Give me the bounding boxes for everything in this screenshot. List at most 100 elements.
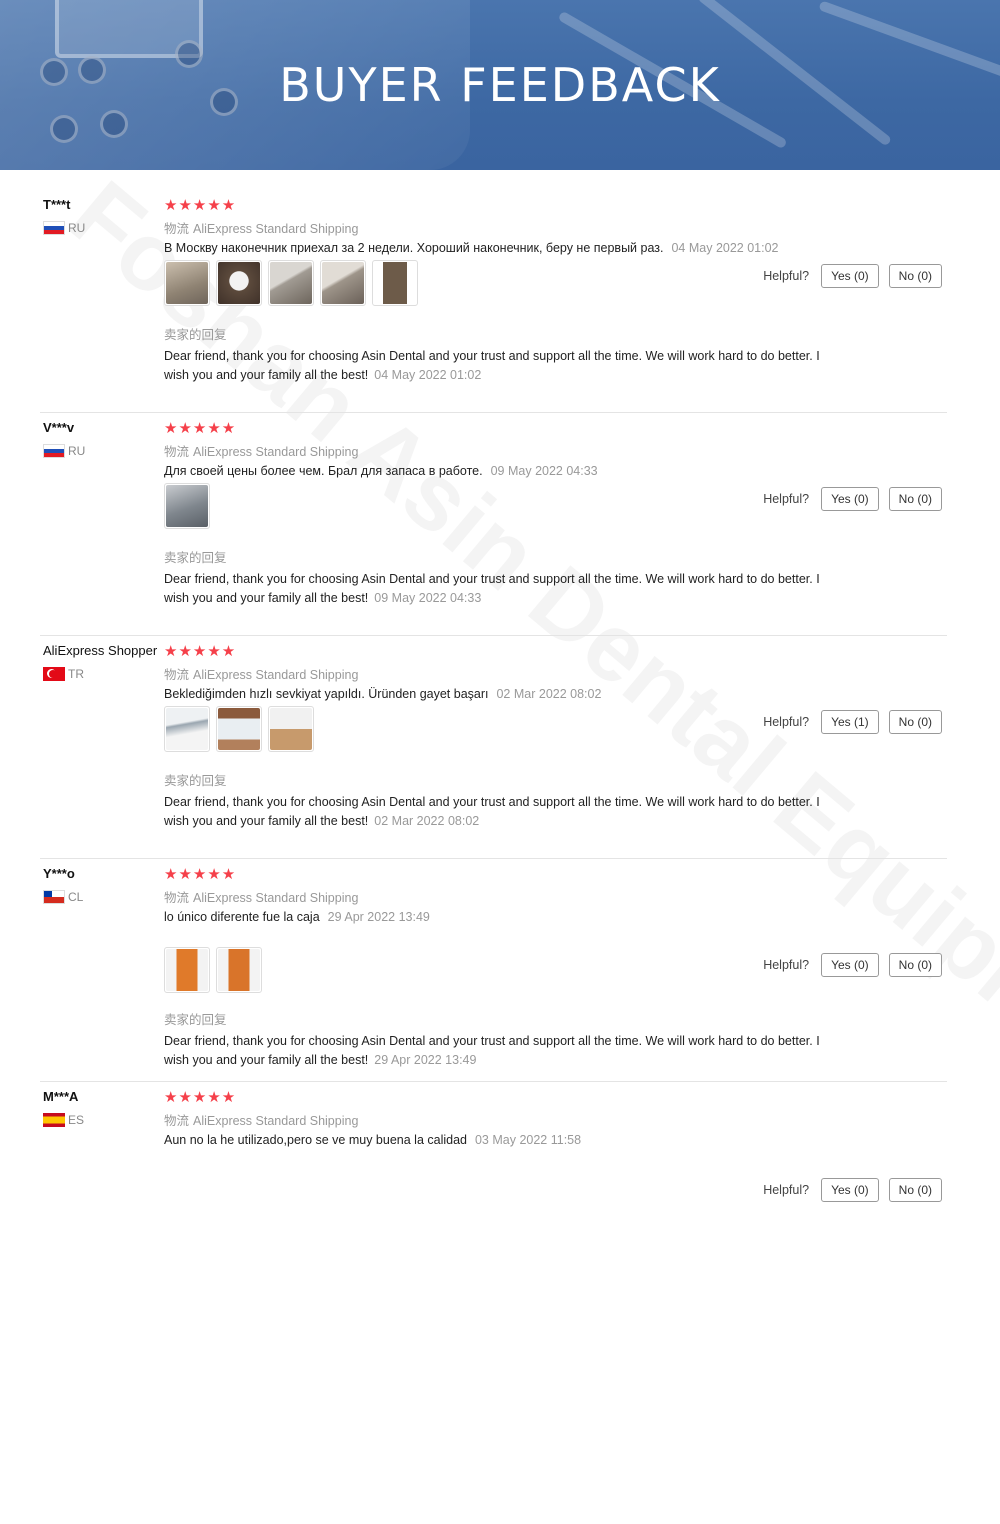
review-text: В Москву наконечник приехал за 2 недели.… <box>164 241 779 255</box>
seller-reply-date: 09 May 2022 04:33 <box>374 591 482 605</box>
shipping-method: 物流 AliExpress Standard Shipping <box>164 1110 358 1129</box>
helpful-vote: Helpful? Yes (1) No (0) <box>763 710 942 734</box>
helpful-vote: Helpful? Yes (0) No (0) <box>763 487 942 511</box>
logistics-label: 物流 <box>164 1114 190 1128</box>
review-photo-thumb[interactable] <box>164 260 210 306</box>
reviewer-name: M***A <box>43 1089 79 1104</box>
review-item: V***v RU ★★★★★ 物流 AliExpress Standard Shi… <box>40 413 947 636</box>
review-photo-thumb[interactable] <box>216 260 262 306</box>
review-text: lo único diferente fue la caja 29 Apr 202… <box>164 910 430 924</box>
review-photo-thumb[interactable] <box>216 947 262 993</box>
shipping-name: AliExpress Standard Shipping <box>193 891 359 905</box>
review-item: M***A ES ★★★★★ 物流 AliExpress Standard Shi… <box>40 1082 947 1219</box>
helpful-yes-button[interactable]: Yes (0) <box>821 953 879 977</box>
review-text: Aun no la he utilizado,pero se ve muy bu… <box>164 1133 581 1147</box>
review-photo-thumb[interactable] <box>164 706 210 752</box>
review-photos <box>164 947 262 993</box>
review-photo-thumb[interactable] <box>164 947 210 993</box>
review-photos <box>164 706 314 752</box>
review-item: T***t RU ★★★★★ 物流 AliExpress Standard Shi… <box>40 190 947 413</box>
chile-flag-icon <box>43 890 65 904</box>
helpful-label: Helpful? <box>763 492 810 506</box>
review-photo-thumb[interactable] <box>372 260 418 306</box>
helpful-no-button[interactable]: No (0) <box>888 710 942 734</box>
review-date: 03 May 2022 11:58 <box>474 1133 582 1147</box>
helpful-vote: Helpful? Yes (0) No (0) <box>763 264 942 288</box>
shipping-method: 物流 AliExpress Standard Shipping <box>164 887 358 906</box>
seller-reply-label: 卖家的回复 <box>164 1013 227 1027</box>
reviewer-country: RU <box>43 444 85 458</box>
seller-reply: Dear friend, thank you for choosing Asin… <box>164 570 824 608</box>
country-code: RU <box>68 444 86 458</box>
reviewer-name: V***v <box>43 420 75 435</box>
page-title: BUYER FEEDBACK <box>279 58 721 112</box>
star-rating: ★★★★★ <box>164 866 237 883</box>
helpful-yes-button[interactable]: Yes (1) <box>821 710 879 734</box>
logistics-label: 物流 <box>164 445 190 459</box>
helpful-no-button[interactable]: No (0) <box>888 264 942 288</box>
helpful-vote: Helpful? Yes (0) No (0) <box>763 1178 942 1202</box>
header-banner: BUYER FEEDBACK <box>0 0 1000 170</box>
seller-reply-text: Dear friend, thank you for choosing Asin… <box>164 349 820 382</box>
seller-reply-text: Dear friend, thank you for choosing Asin… <box>164 795 820 828</box>
logistics-label: 物流 <box>164 668 190 682</box>
review-text: Для своей цены более чем. Брал для запас… <box>164 464 598 478</box>
seller-reply-label: 卖家的回复 <box>164 551 227 565</box>
review-photo-thumb[interactable] <box>164 483 210 529</box>
seller-reply: Dear friend, thank you for choosing Asin… <box>164 1032 824 1070</box>
logistics-label: 物流 <box>164 222 190 236</box>
star-rating: ★★★★★ <box>164 197 237 214</box>
spain-flag-icon <box>43 1113 65 1127</box>
review-text: Beklediğimden hızlı sevkiyat yapıldı. Ür… <box>164 687 601 701</box>
review-date: 02 Mar 2022 08:02 <box>496 687 602 701</box>
review-body: Aun no la he utilizado,pero se ve muy bu… <box>164 1133 467 1147</box>
helpful-no-button[interactable]: No (0) <box>888 487 942 511</box>
helpful-no-button[interactable]: No (0) <box>888 953 942 977</box>
logistics-label: 物流 <box>164 891 190 905</box>
seller-reply-text: Dear friend, thank you for choosing Asin… <box>164 572 820 605</box>
reviewer-country: TR <box>43 667 84 681</box>
shipping-name: AliExpress Standard Shipping <box>193 222 359 236</box>
helpful-yes-button[interactable]: Yes (0) <box>821 1178 879 1202</box>
shipping-method: 物流 AliExpress Standard Shipping <box>164 218 358 237</box>
helpful-label: Helpful? <box>763 269 810 283</box>
review-body: В Москву наконечник приехал за 2 недели.… <box>164 241 664 255</box>
reviewer-country: RU <box>43 221 85 235</box>
helpful-vote: Helpful? Yes (0) No (0) <box>763 953 942 977</box>
seller-reply-text: Dear friend, thank you for choosing Asin… <box>164 1034 820 1067</box>
review-date: 09 May 2022 04:33 <box>490 464 598 478</box>
helpful-yes-button[interactable]: Yes (0) <box>821 264 879 288</box>
seller-reply-date: 02 Mar 2022 08:02 <box>374 814 480 828</box>
reviewer-name: T***t <box>43 197 71 212</box>
review-photo-thumb[interactable] <box>320 260 366 306</box>
review-photo-thumb[interactable] <box>216 706 262 752</box>
seller-reply: Dear friend, thank you for choosing Asin… <box>164 347 824 385</box>
country-code: ES <box>68 1113 85 1127</box>
country-code: CL <box>68 890 84 904</box>
helpful-no-button[interactable]: No (0) <box>888 1178 942 1202</box>
shipping-name: AliExpress Standard Shipping <box>193 668 359 682</box>
country-code: RU <box>68 221 86 235</box>
seller-reply-label: 卖家的回复 <box>164 774 227 788</box>
review-date: 04 May 2022 01:02 <box>671 241 779 255</box>
reviewer-name: AliExpress Shopper <box>43 643 158 658</box>
helpful-label: Helpful? <box>763 715 810 729</box>
review-photo-thumb[interactable] <box>268 260 314 306</box>
shipping-name: AliExpress Standard Shipping <box>193 1114 359 1128</box>
review-body: lo único diferente fue la caja <box>164 910 320 924</box>
reviewer-country: ES <box>43 1113 84 1127</box>
helpful-yes-button[interactable]: Yes (0) <box>821 487 879 511</box>
shipping-method: 物流 AliExpress Standard Shipping <box>164 441 358 460</box>
review-photo-thumb[interactable] <box>268 706 314 752</box>
review-body: Beklediğimden hızlı sevkiyat yapıldı. Ür… <box>164 687 489 701</box>
turkey-flag-icon <box>43 667 65 681</box>
shipping-name: AliExpress Standard Shipping <box>193 445 359 459</box>
review-date: 29 Apr 2022 13:49 <box>327 910 430 924</box>
russia-flag-icon <box>43 221 65 235</box>
helpful-label: Helpful? <box>763 1183 810 1197</box>
seller-reply-label: 卖家的回复 <box>164 328 227 342</box>
review-photos <box>164 483 210 529</box>
review-item: Y***o CL ★★★★★ 物流 AliExpress Standard Shi… <box>40 859 947 1082</box>
seller-reply: Dear friend, thank you for choosing Asin… <box>164 793 824 831</box>
shipping-method: 物流 AliExpress Standard Shipping <box>164 664 358 683</box>
